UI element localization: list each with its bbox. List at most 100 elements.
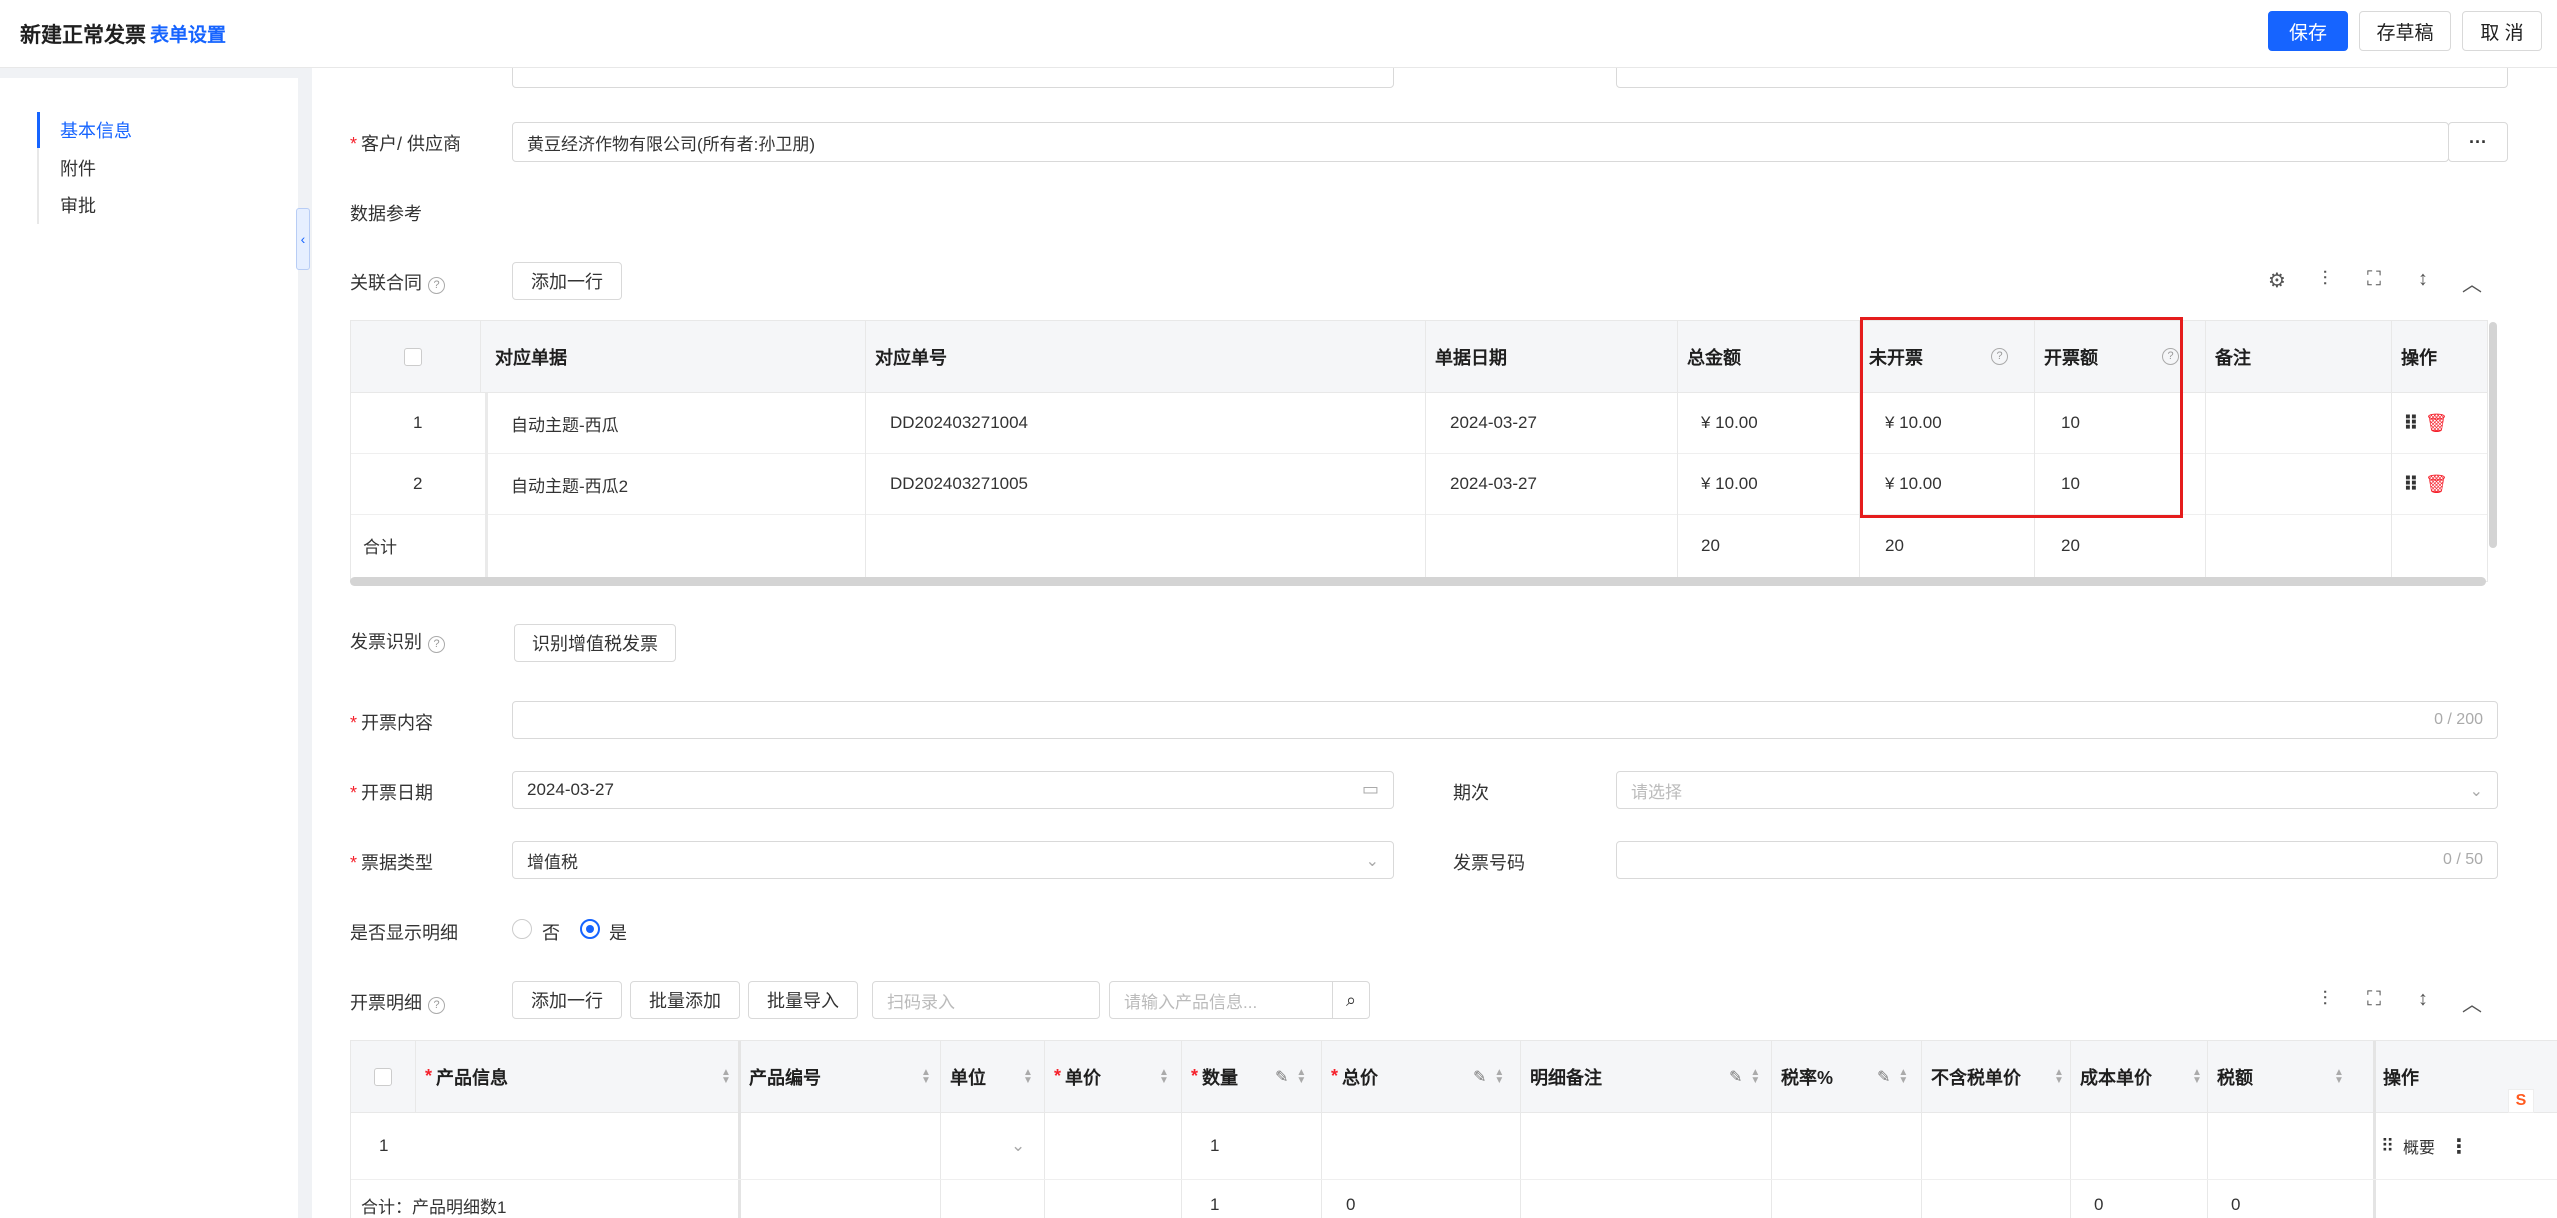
col-price-ex-tax: 不含税单价 bbox=[1931, 1067, 2021, 1088]
radio-no[interactable] bbox=[512, 919, 532, 939]
row-height-icon[interactable]: ↕ bbox=[2411, 988, 2435, 1011]
period-label: 期次 bbox=[1453, 783, 1489, 803]
column-settings-icon[interactable]: ⫶ bbox=[2313, 988, 2337, 1011]
top-partial-input[interactable] bbox=[512, 68, 1394, 88]
help-icon[interactable]: ? bbox=[428, 997, 445, 1014]
col-divider bbox=[415, 1041, 416, 1113]
unit-dropdown-icon[interactable]: ⌄ bbox=[1011, 1113, 1025, 1179]
settings-gear-icon[interactable]: ⚙ bbox=[2265, 268, 2289, 293]
customer-label: * 客户/ 供应商 bbox=[350, 134, 462, 154]
customer-picker-button[interactable]: ··· bbox=[2448, 122, 2508, 162]
sort-icon[interactable]: ▲ ▼ bbox=[2326, 1041, 2344, 1112]
edit-icon[interactable]: ✎ ▲ ▼ bbox=[1267, 1041, 1306, 1112]
recognize-vat-invoice-button[interactable]: 识别增值税发票 bbox=[514, 624, 676, 662]
nav-item-approval[interactable]: 审批 bbox=[60, 192, 96, 218]
total-cell: ¥ 10.00 bbox=[1701, 413, 1758, 432]
col-divider bbox=[480, 321, 481, 393]
detail-add-row-button[interactable]: 添加一行 bbox=[512, 981, 622, 1019]
invoice-number-input[interactable]: 0 / 50 bbox=[1616, 841, 2498, 879]
date-picker[interactable]: 2024-03-27 ▭ bbox=[512, 771, 1394, 809]
collapse-up-icon[interactable]: ︿ bbox=[2460, 988, 2484, 1017]
add-row-button[interactable]: 添加一行 bbox=[512, 262, 622, 300]
sort-icon[interactable]: ▲ ▼ bbox=[1015, 1041, 1033, 1112]
summary-invoiced: 20 bbox=[2061, 535, 2080, 555]
help-icon[interactable]: ? bbox=[428, 277, 445, 294]
fixed-col-shadow bbox=[2373, 1041, 2376, 1218]
highlight-box bbox=[1860, 317, 2183, 518]
sort-icon[interactable]: ▲ ▼ bbox=[2184, 1041, 2202, 1112]
vertical-scrollbar[interactable] bbox=[2489, 322, 2497, 548]
horizontal-scrollbar[interactable] bbox=[350, 577, 2486, 586]
summary-amount: 0 bbox=[1346, 1195, 1356, 1214]
radio-yes[interactable] bbox=[580, 919, 600, 939]
edit-icon[interactable]: ✎ ▲ ▼ bbox=[1869, 1041, 1908, 1112]
batch-add-button[interactable]: 批量添加 bbox=[630, 981, 740, 1019]
nav-item-basic-info[interactable]: 基本信息 bbox=[60, 117, 132, 143]
more-vertical-icon[interactable]: ⋮ bbox=[2449, 1113, 2469, 1179]
row-height-icon[interactable]: ↕ bbox=[2411, 268, 2435, 291]
drag-handle-icon[interactable]: ⠿ bbox=[2381, 1113, 2394, 1179]
col-date: 单据日期 bbox=[1435, 347, 1507, 368]
fullscreen-icon[interactable]: ⛶ bbox=[2362, 988, 2386, 1011]
date-cell: 2024-03-27 bbox=[1450, 413, 1537, 432]
col-divider bbox=[1677, 321, 1678, 583]
top-partial-input-right[interactable] bbox=[1616, 68, 2508, 88]
col-remark: 明细备注 bbox=[1530, 1067, 1602, 1088]
save-button[interactable]: 保存 bbox=[2268, 11, 2348, 51]
delete-icon[interactable]: 🗑 bbox=[2425, 454, 2448, 514]
collapse-nav-button[interactable]: ‹ bbox=[296, 208, 310, 270]
fullscreen-icon[interactable]: ⛶ bbox=[2362, 268, 2386, 291]
row-index: 2 bbox=[413, 474, 423, 493]
save-draft-button[interactable]: 存草稿 bbox=[2359, 11, 2451, 51]
search-button[interactable]: ⌕ bbox=[1332, 981, 1370, 1019]
doc-number-link[interactable]: DD202403271005 bbox=[890, 454, 1028, 514]
customer-input[interactable]: 黄豆经济作物有限公司(所有者:孙卫朋) bbox=[512, 122, 2449, 162]
sort-icon[interactable]: ▲ ▼ bbox=[913, 1041, 931, 1112]
summary-label: 合计 bbox=[363, 538, 397, 557]
col-number: 对应单号 bbox=[875, 347, 947, 368]
detail-summary-link[interactable]: 概要 bbox=[2403, 1113, 2435, 1179]
summary-label: 合计：产品明细数1 bbox=[361, 1197, 507, 1217]
invoice-recognition-label: 发票识别? bbox=[350, 628, 445, 654]
char-counter: 0 / 200 bbox=[2434, 711, 2483, 728]
select-all-checkbox[interactable] bbox=[404, 321, 422, 392]
invoice-detail-table: * 产品信息 ▲ ▼ 产品编号 ▲ ▼ 单位 ▲ ▼ * 单价 ▲ ▼ * 数量 ✎ ▲ ▼ * 总… bbox=[350, 1040, 2557, 1218]
invoice-number-label: 发票号码 bbox=[1453, 853, 1525, 873]
edit-icon[interactable]: ✎ ▲ ▼ bbox=[1721, 1041, 1760, 1112]
drag-handle-icon[interactable]: ⠿ bbox=[2403, 454, 2419, 514]
content-input[interactable]: 0 / 200 bbox=[512, 701, 2498, 739]
more-icon: ··· bbox=[2469, 131, 2487, 152]
drag-handle-icon[interactable]: ⠿ bbox=[2403, 393, 2419, 453]
anchor-nav: 基本信息 附件 审批 bbox=[0, 78, 298, 1218]
col-tax-rate: 税率% bbox=[1781, 1067, 1834, 1088]
edit-icon[interactable]: ✎ ▲ ▼ bbox=[1465, 1041, 1504, 1112]
delete-icon[interactable]: 🗑 bbox=[2425, 393, 2448, 453]
collapse-up-icon[interactable]: ︿ bbox=[2460, 268, 2484, 297]
plugin-s-icon[interactable]: S bbox=[2508, 1089, 2534, 1113]
sort-icon[interactable]: ▲ ▼ bbox=[713, 1041, 731, 1112]
batch-import-button[interactable]: 批量导入 bbox=[748, 981, 858, 1019]
help-icon[interactable]: ? bbox=[428, 636, 445, 653]
date-cell: 2024-03-27 bbox=[1450, 474, 1537, 493]
period-select[interactable]: 请选择 ⌄ bbox=[1616, 771, 2498, 809]
col-amount: * 总价 bbox=[1331, 1066, 1379, 1088]
sort-icon[interactable]: ▲ ▼ bbox=[1151, 1041, 1169, 1112]
qty-cell[interactable]: 1 bbox=[1210, 1113, 1219, 1179]
product-search-input[interactable]: 请输入产品信息... bbox=[1109, 981, 1333, 1019]
scan-input[interactable]: 扫码录入 bbox=[872, 981, 1100, 1019]
type-select[interactable]: 增值税 ⌄ bbox=[512, 841, 1394, 879]
column-settings-icon[interactable]: ⫶ bbox=[2313, 268, 2337, 291]
radio-yes-label: 是 bbox=[609, 923, 627, 943]
doc-number-link[interactable]: DD202403271004 bbox=[890, 393, 1028, 453]
chevron-down-icon: ⌄ bbox=[1365, 853, 1379, 870]
col-divider bbox=[2207, 1041, 2208, 1218]
col-divider bbox=[1921, 1041, 1922, 1218]
sort-icon[interactable]: ▲ ▼ bbox=[2046, 1041, 2064, 1112]
cancel-button[interactable]: 取 消 bbox=[2462, 11, 2542, 51]
col-divider bbox=[1771, 1041, 1772, 1218]
nav-item-attachments[interactable]: 附件 bbox=[60, 155, 96, 181]
select-all-checkbox[interactable] bbox=[374, 1041, 392, 1112]
related-contract-label: 关联合同? bbox=[350, 269, 445, 295]
form-settings-link[interactable]: 表单设置 bbox=[150, 20, 226, 47]
col-divider bbox=[2070, 1041, 2071, 1218]
